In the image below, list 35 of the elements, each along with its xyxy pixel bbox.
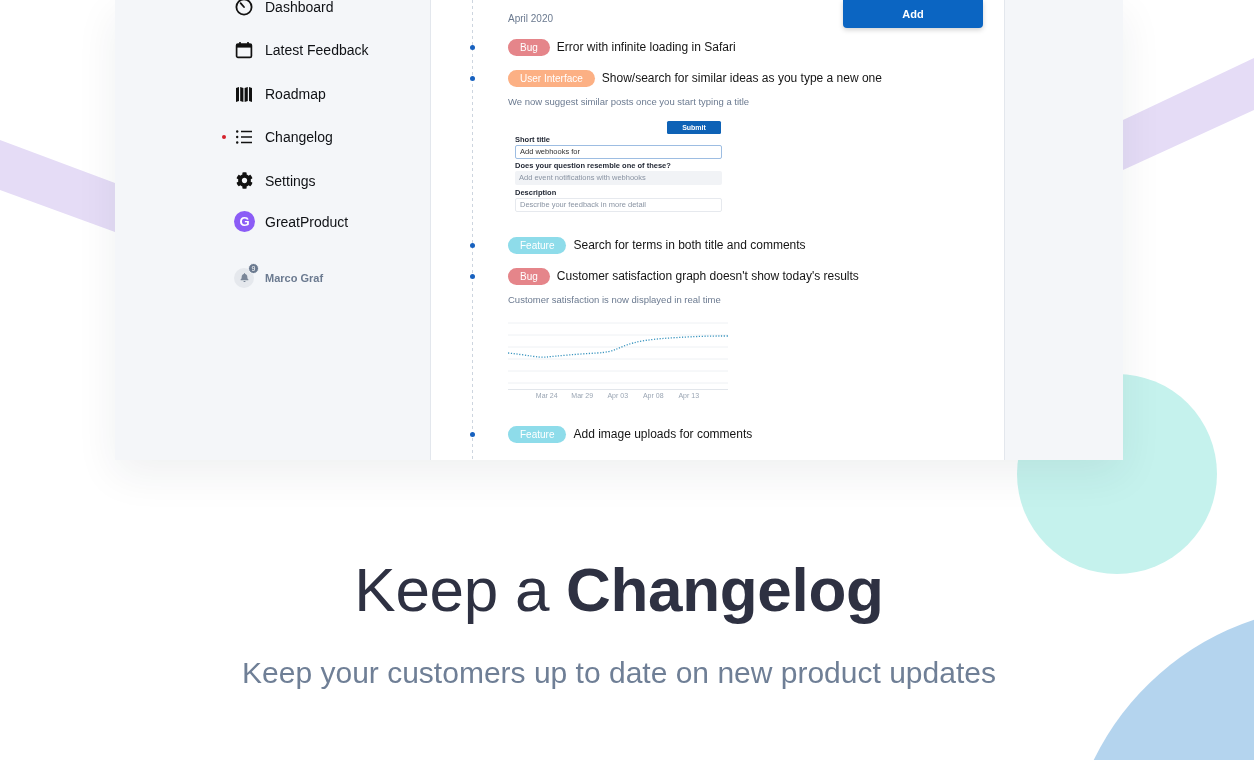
category-tag: Bug bbox=[508, 267, 550, 285]
timeline-dot-icon bbox=[469, 242, 475, 248]
sidebar-item[interactable]: Changelog bbox=[221, 115, 333, 159]
entry-description: Customer satisfaction is now displayed in real time bbox=[508, 293, 721, 306]
map-icon bbox=[235, 84, 253, 103]
timeline-dot-icon bbox=[469, 273, 475, 279]
add-button[interactable]: Add bbox=[843, 0, 983, 28]
sidebar-item[interactable]: Settings bbox=[221, 159, 316, 203]
category-tag: User Interface bbox=[508, 69, 595, 87]
sidebar-item[interactable]: Roadmap bbox=[221, 72, 326, 116]
entry-title: Show/search for similar ideas as you type a new one bbox=[601, 71, 882, 85]
entry-description: We now suggest similar posts once you start typing a title bbox=[508, 95, 750, 108]
month-heading: April 2020 bbox=[508, 13, 554, 25]
user-name: Marco Graf bbox=[265, 271, 324, 284]
entry-title: Search for terms in both title and comments bbox=[573, 238, 806, 252]
calendar-icon bbox=[235, 41, 253, 60]
subheadline: Keep your customers up to date on new product updates bbox=[241, 655, 997, 691]
timeline-dot-icon bbox=[469, 75, 475, 81]
workspace-item[interactable]: G GreatProduct bbox=[221, 202, 349, 241]
entry-title: Add image uploads for comments bbox=[573, 427, 753, 441]
entry-title: Error with infinite loading in Safari bbox=[556, 40, 736, 54]
gauge-icon bbox=[235, 0, 253, 16]
gear-icon bbox=[235, 172, 253, 190]
sidebar-item[interactable]: Latest Feedback bbox=[221, 28, 369, 72]
list-icon bbox=[235, 128, 253, 147]
workspace-logo: G bbox=[234, 211, 255, 232]
timeline-dot-icon bbox=[469, 431, 475, 437]
entry-title: Customer satisfaction graph doesn't show today's results bbox=[556, 269, 859, 283]
bell-icon bbox=[239, 273, 249, 282]
headline: Keep a Changelog bbox=[353, 554, 885, 626]
timeline-dot-icon bbox=[469, 44, 475, 50]
sidebar-item[interactable]: Dashboard bbox=[221, 0, 334, 29]
category-tag: Feature bbox=[508, 236, 567, 254]
category-tag: Feature bbox=[508, 425, 567, 443]
category-tag: Bug bbox=[508, 38, 550, 56]
